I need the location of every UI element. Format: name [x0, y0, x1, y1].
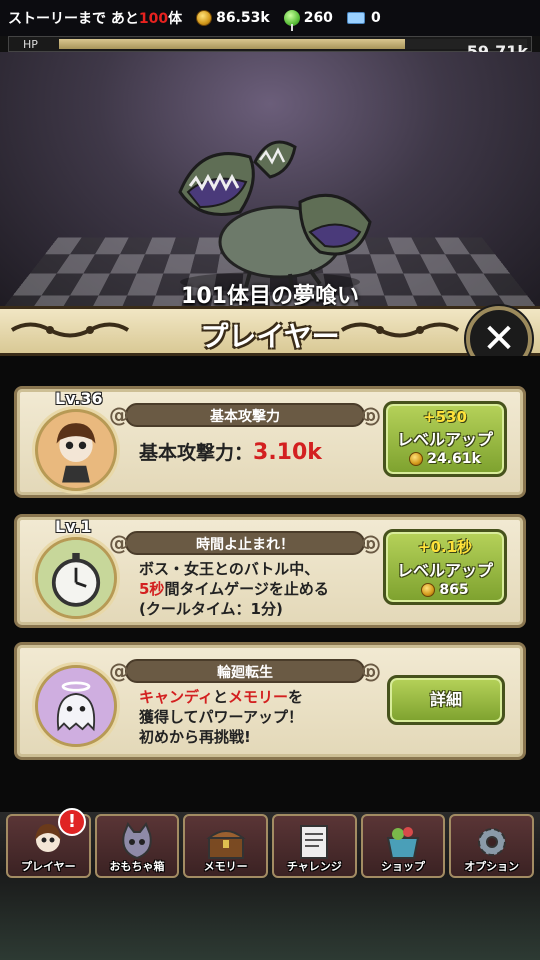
attack-value: 3.10k [253, 440, 322, 465]
tab-memory[interactable]: メモリー [183, 814, 269, 878]
card-description: ボス・女王とのバトル中、 5秒間タイムゲージを止める (クールタイム：1分) [139, 560, 329, 618]
card-time-stop: Lv.1 時間よ止まれ！ ボス・女王とのバトル中、 5秒間タイムゲージを止める … [14, 514, 526, 628]
tab-toy-box[interactable]: おもちゃ箱 [94, 814, 180, 878]
coin-counter: 86.53k [196, 10, 270, 26]
coin-icon [196, 10, 213, 26]
cat-icon [122, 822, 152, 860]
tab-shop[interactable]: ショップ [360, 814, 446, 878]
card-description: 基本攻撃力：3.10k [139, 440, 322, 465]
hp-label: HP [23, 38, 38, 51]
details-button[interactable]: 詳細 [387, 675, 505, 725]
level-up-button[interactable]: +0.1秒 レベルアップ 865 [383, 529, 507, 605]
clipboard-icon [300, 825, 329, 859]
tab-challenge[interactable]: チャレンジ [272, 814, 357, 878]
card-title: 基本攻撃力 [109, 403, 365, 427]
card-title: 時間よ止まれ！ [109, 531, 365, 555]
card-title: 輪廻転生 [109, 659, 365, 683]
gear-icon [477, 828, 506, 856]
level-up-button[interactable]: +530 レベルアップ 24.61k [383, 401, 507, 477]
notification-badge: ! [58, 808, 86, 836]
hp-bar: HP [8, 36, 532, 52]
card-level: Lv.36 [55, 389, 103, 408]
story-suffix: 体 [168, 11, 183, 27]
tab-options[interactable]: オプション [449, 814, 535, 878]
panel-title: プレイヤー [200, 320, 340, 353]
card-base-attack: Lv.36 基本攻撃力 基本攻撃力：3.10k +530 レベルアップ 24.6… [14, 386, 526, 498]
panel-header: プレイヤー [0, 306, 540, 356]
ghost-portrait-icon [35, 665, 117, 747]
ticket-icon [346, 12, 365, 24]
top-status-bar: ストーリーまで あと100体 86.53k 260 0 [0, 0, 540, 36]
battle-scene[interactable] [0, 52, 540, 312]
treasure-chest-icon [205, 830, 246, 859]
hp-track [59, 39, 527, 49]
candy-icon [283, 10, 300, 31]
coin-icon [409, 452, 424, 466]
story-prefix: ストーリーまで あと [8, 11, 139, 27]
bottom-nav: プレイヤー おもちゃ箱 メモリー チャレンジ ショップ オプション [0, 812, 540, 960]
card-description: キャンディとメモリーを 獲得してパワーアップ！ 初めから再挑戦! [139, 688, 303, 746]
pocket-watch-icon [35, 537, 117, 619]
coin-icon [421, 583, 436, 597]
hp-fill [59, 39, 406, 49]
close-icon: ✕ [482, 316, 516, 362]
girl-portrait-icon [35, 409, 117, 491]
card-level: Lv.1 [55, 517, 92, 536]
story-progress: ストーリーまで あと100体 [8, 8, 182, 28]
shopping-basket-icon [386, 827, 420, 859]
player-panel: Lv.36 基本攻撃力 基本攻撃力：3.10k +530 レベルアップ 24.6… [0, 356, 540, 812]
monster-dream-eater[interactable] [160, 122, 380, 292]
story-count: 100 [138, 11, 169, 27]
card-reincarnation: 輪廻転生 キャンディとメモリーを 獲得してパワーアップ！ 初めから再挑戦! 詳細 [14, 642, 526, 760]
candy-counter: 260 [283, 10, 333, 31]
ticket-counter: 0 [346, 10, 381, 26]
